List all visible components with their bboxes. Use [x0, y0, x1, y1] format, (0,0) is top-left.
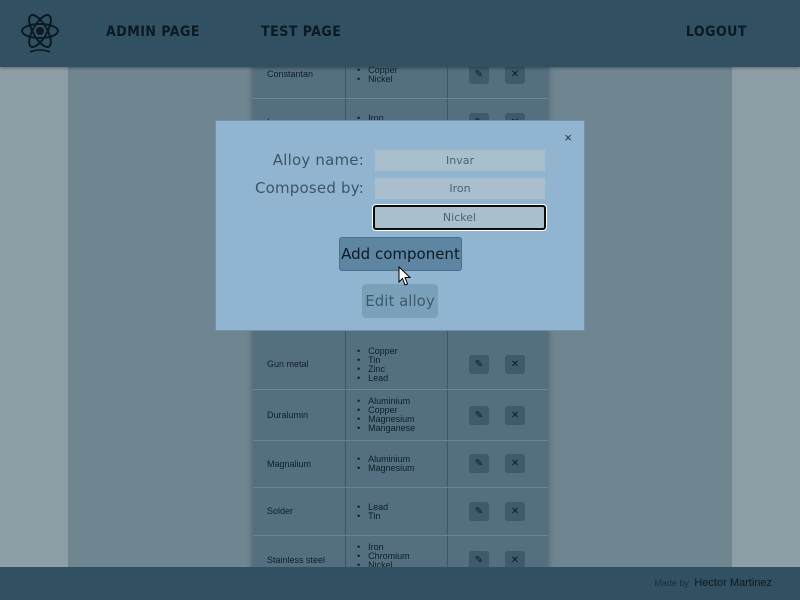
edit-alloy-button[interactable]: ✎: [469, 502, 489, 521]
edit-alloy-button[interactable]: ✎: [469, 65, 489, 84]
pencil-icon: ✎: [474, 458, 484, 469]
alloy-name: Stainless steel: [267, 555, 326, 565]
pencil-icon: ✎: [474, 506, 484, 517]
table-row: Magnalium Aluminium Magnesium ✎ ✕: [253, 441, 548, 488]
pencil-icon: ✎: [474, 410, 484, 421]
component-item: Lead: [357, 374, 398, 383]
table-row: Solder Lead Tin ✎ ✕: [253, 488, 548, 536]
alloy-components: Copper Nickel: [357, 66, 398, 84]
nav-logout[interactable]: LOGOUT: [686, 24, 747, 40]
alloy-name-input[interactable]: Invar: [375, 150, 545, 171]
author-name: Hector Martinez: [694, 577, 772, 589]
alloy-name: Gun metal: [267, 359, 309, 369]
edit-alloy-button[interactable]: ✎: [469, 454, 489, 473]
alloy-components: Aluminium Copper Magnesium Manganese: [357, 397, 415, 433]
atom-icon[interactable]: [20, 8, 60, 54]
alloy-name-label: Alloy name:: [272, 151, 364, 169]
component-input-1[interactable]: Iron: [375, 178, 545, 199]
page-margin-right: [732, 0, 800, 600]
edit-alloy-modal: × Alloy name: Invar Composed by: Iron Ni…: [215, 120, 585, 331]
alloy-components: Lead Tin: [357, 503, 388, 521]
edit-alloy-button[interactable]: ✎: [469, 406, 489, 425]
component-item: Nickel: [357, 75, 398, 84]
alloy-name: Constantan: [267, 69, 314, 79]
pencil-icon: ✎: [474, 359, 484, 370]
delete-alloy-button[interactable]: ✕: [505, 65, 525, 84]
component-item: Manganese: [357, 424, 415, 433]
alloy-components: Aluminium Magnesium: [357, 455, 415, 473]
delete-alloy-button[interactable]: ✕: [505, 502, 525, 521]
edit-alloy-button[interactable]: ✎: [469, 355, 489, 374]
alloy-name: Solder: [267, 506, 294, 516]
top-navbar: ADMIN PAGE TEST PAGE LOGOUT: [0, 0, 800, 67]
delete-alloy-button[interactable]: ✕: [505, 355, 525, 374]
composed-by-label: Composed by:: [254, 179, 364, 197]
component-input-2[interactable]: Nickel: [373, 205, 546, 230]
close-icon: ✕: [510, 359, 520, 370]
made-by-label: Made by: [654, 578, 689, 588]
alloy-name: Duralumin: [267, 410, 309, 420]
footer-credit: Made by Hector Martinez: [654, 577, 772, 589]
delete-alloy-button[interactable]: ✕: [505, 454, 525, 473]
table-row: Duralumin Aluminium Copper Magnesium Man…: [253, 390, 548, 441]
page-margin-left: [0, 0, 68, 600]
delete-alloy-button[interactable]: ✕: [505, 406, 525, 425]
pencil-icon: ✎: [474, 555, 484, 566]
alloy-name: Magnalium: [267, 459, 312, 469]
close-icon: ✕: [510, 410, 520, 421]
alloy-components: Iron Chromium Nickel: [357, 543, 410, 570]
close-icon: ✕: [510, 506, 520, 517]
edit-alloy-button[interactable]: Edit alloy: [362, 284, 438, 318]
nav-admin-page[interactable]: ADMIN PAGE: [106, 24, 200, 40]
footer: Made by Hector Martinez: [0, 567, 800, 600]
close-icon[interactable]: ×: [564, 131, 572, 145]
alloy-components: Copper Tin Zinc Lead: [357, 347, 398, 383]
close-icon: ✕: [510, 555, 520, 566]
close-icon: ✕: [510, 69, 520, 80]
table-row: Gun metal Copper Tin Zinc Lead ✎ ✕: [253, 339, 548, 390]
component-item: Tin: [357, 512, 388, 521]
component-item: Magnesium: [357, 464, 415, 473]
nav-test-page[interactable]: TEST PAGE: [261, 24, 341, 40]
mouse-cursor-icon: [398, 266, 412, 286]
close-icon: ✕: [510, 458, 520, 469]
pencil-icon: ✎: [474, 69, 484, 80]
